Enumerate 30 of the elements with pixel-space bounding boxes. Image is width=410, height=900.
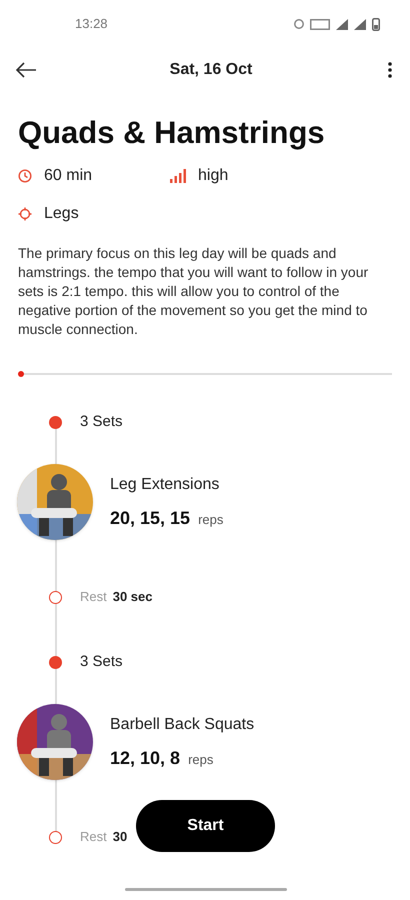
- start-button[interactable]: Start: [136, 800, 275, 852]
- sets-label: 3 Sets: [80, 652, 123, 672]
- reps-count: 20, 15, 15: [110, 506, 190, 530]
- target-icon: [18, 207, 32, 221]
- reps-unit: reps: [198, 510, 224, 529]
- sets-label: 3 Sets: [80, 412, 123, 432]
- rest-duration: 30 sec: [112, 588, 152, 606]
- exercise-name: Leg Extensions: [110, 474, 220, 494]
- reps-count: 12, 10, 8: [110, 746, 180, 770]
- rest-label: Rest: [80, 588, 107, 606]
- reps-unit: reps: [188, 750, 214, 769]
- battery-icon: [372, 18, 380, 30]
- target-text: Legs: [44, 204, 79, 224]
- signal-icon: [336, 18, 348, 30]
- rest-label: Rest: [80, 828, 107, 846]
- exercise-name: Barbell Back Squats: [110, 714, 254, 734]
- timer-icon: [18, 169, 32, 183]
- date-title: Sat, 16 Oct: [170, 60, 252, 80]
- intensity-bars-icon: [170, 169, 186, 183]
- nfc-icon: [310, 18, 330, 30]
- workout-description: The primary focus on this leg day will be quads and hamstrings. the tempo that you will want to follow in your sets is 2:1 tempo. this will allow you to control of the negative portion of the movement so you get the mind to muscle connection.: [18, 244, 370, 339]
- rest-duration: 30: [112, 828, 128, 846]
- duration-text: 60 min: [44, 166, 92, 186]
- intensity-text: high: [198, 166, 228, 186]
- workout-title: Quads & Hamstrings: [17, 114, 326, 152]
- hotspot-icon: [294, 19, 304, 29]
- status-time: 13:28: [75, 15, 108, 34]
- more-icon: [388, 62, 392, 78]
- back-arrow-icon: [15, 62, 37, 78]
- signal-icon: [354, 18, 366, 30]
